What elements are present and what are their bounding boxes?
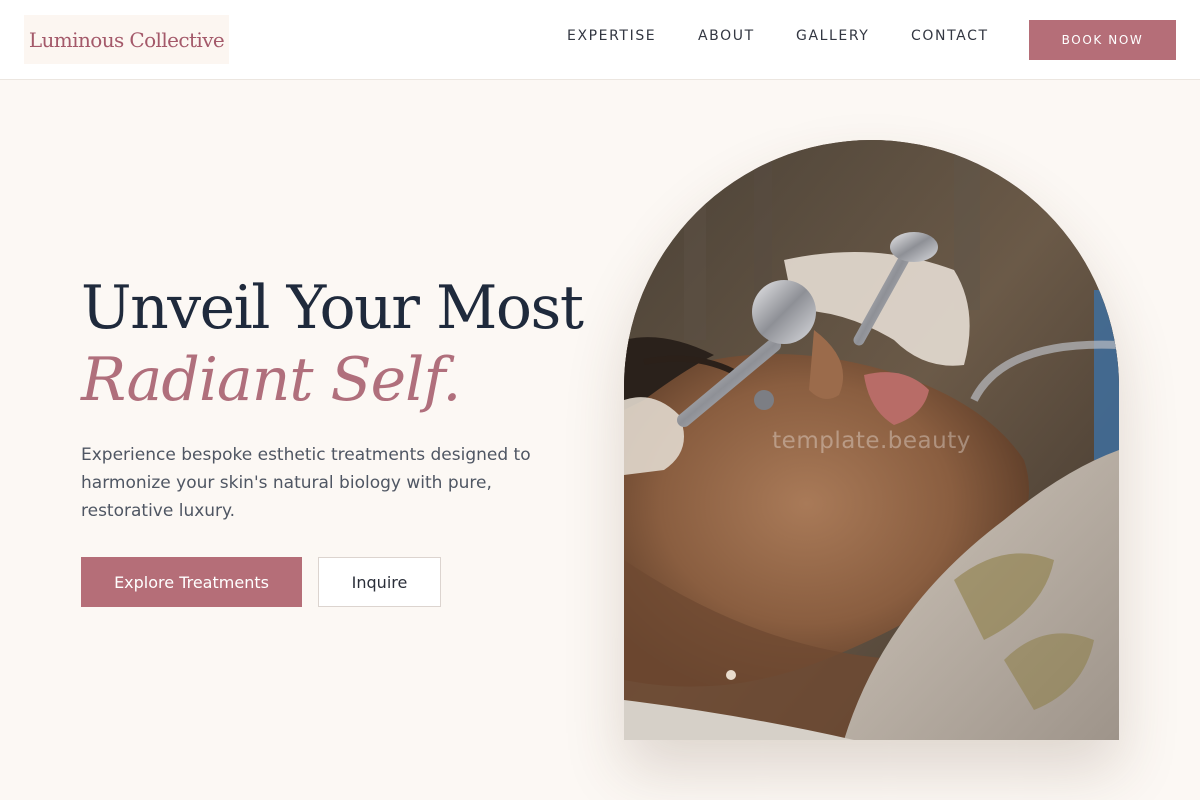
- hero-heading: Unveil Your Most Radiant Self.: [81, 270, 584, 415]
- nav-link-contact[interactable]: CONTACT: [911, 28, 989, 44]
- hero-description: Experience bespoke esthetic treatments d…: [81, 445, 531, 521]
- nav-link-about[interactable]: ABOUT: [698, 28, 755, 44]
- hero-image: template.beauty: [624, 140, 1119, 740]
- nav-link-gallery[interactable]: GALLERY: [796, 28, 869, 44]
- hero-heading-line2: Radiant Self.: [81, 345, 461, 415]
- inquire-button[interactable]: Inquire: [318, 557, 441, 607]
- explore-treatments-button[interactable]: Explore Treatments: [81, 557, 302, 607]
- brand-logo[interactable]: Luminous Collective: [24, 15, 229, 64]
- image-watermark: template.beauty: [772, 428, 971, 454]
- nav-link-expertise[interactable]: EXPERTISE: [567, 28, 656, 44]
- site-header: Luminous Collective EXPERTISE ABOUT GALL…: [0, 0, 1200, 80]
- hero-heading-line1: Unveil Your Most: [81, 273, 584, 343]
- book-now-button[interactable]: BOOK NOW: [1029, 20, 1176, 60]
